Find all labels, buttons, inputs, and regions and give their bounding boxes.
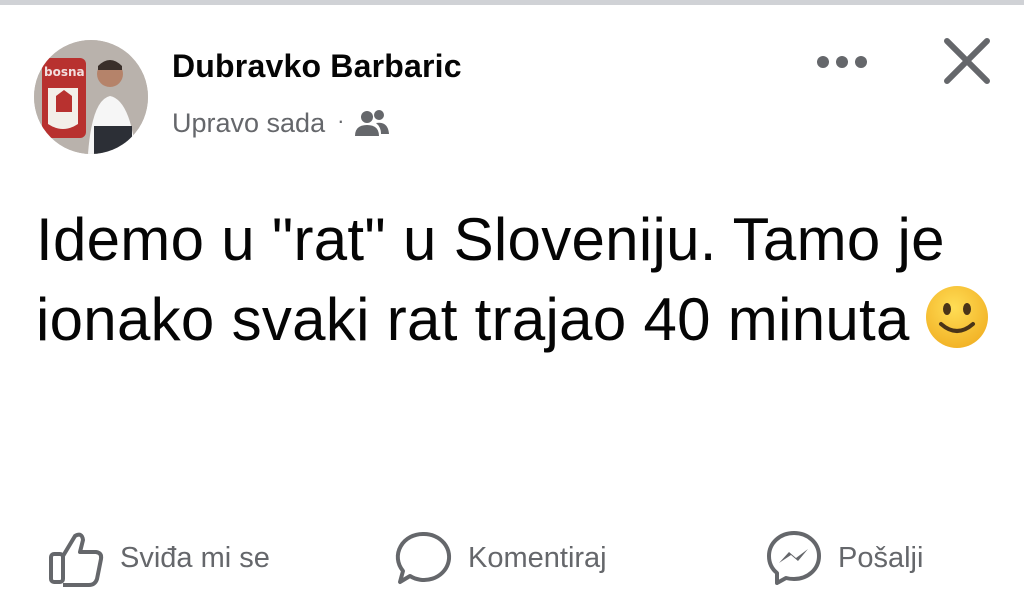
avatar-logo-text: bosna (44, 65, 85, 79)
author-name[interactable]: Dubravko Barbaric (172, 48, 462, 85)
like-label: Sviđa mi se (120, 541, 270, 574)
post-body: Idemo u "rat" u Sloveniju. Tamo je ionak… (36, 200, 996, 360)
like-button[interactable]: Sviđa mi se (46, 520, 270, 596)
comment-button[interactable]: Komentiraj (394, 520, 607, 596)
friends-icon[interactable] (354, 108, 390, 138)
comment-label: Komentiraj (468, 541, 607, 574)
send-button[interactable]: Pošalji (764, 520, 923, 596)
thumbs-up-icon (46, 528, 106, 588)
meta-separator: · (337, 108, 345, 133)
comment-bubble-icon (394, 528, 454, 588)
post-meta: Upravo sada · (172, 105, 390, 141)
top-divider (0, 0, 1024, 5)
close-button[interactable] (934, 28, 1000, 94)
more-horizontal-icon (817, 56, 867, 68)
more-options-button[interactable] (810, 40, 874, 84)
post-timestamp[interactable]: Upravo sada (172, 108, 325, 139)
close-icon (944, 38, 990, 84)
messenger-icon (764, 528, 824, 588)
avatar[interactable]: bosna (34, 40, 148, 154)
post-text: Idemo u "rat" u Sloveniju. Tamo je ionak… (36, 206, 945, 353)
post-action-bar: Sviđa mi se Komentiraj Pošalji (0, 520, 1024, 596)
send-label: Pošalji (838, 541, 924, 574)
avatar-image: bosna (34, 40, 148, 154)
slightly-smiling-face-icon (924, 284, 990, 350)
